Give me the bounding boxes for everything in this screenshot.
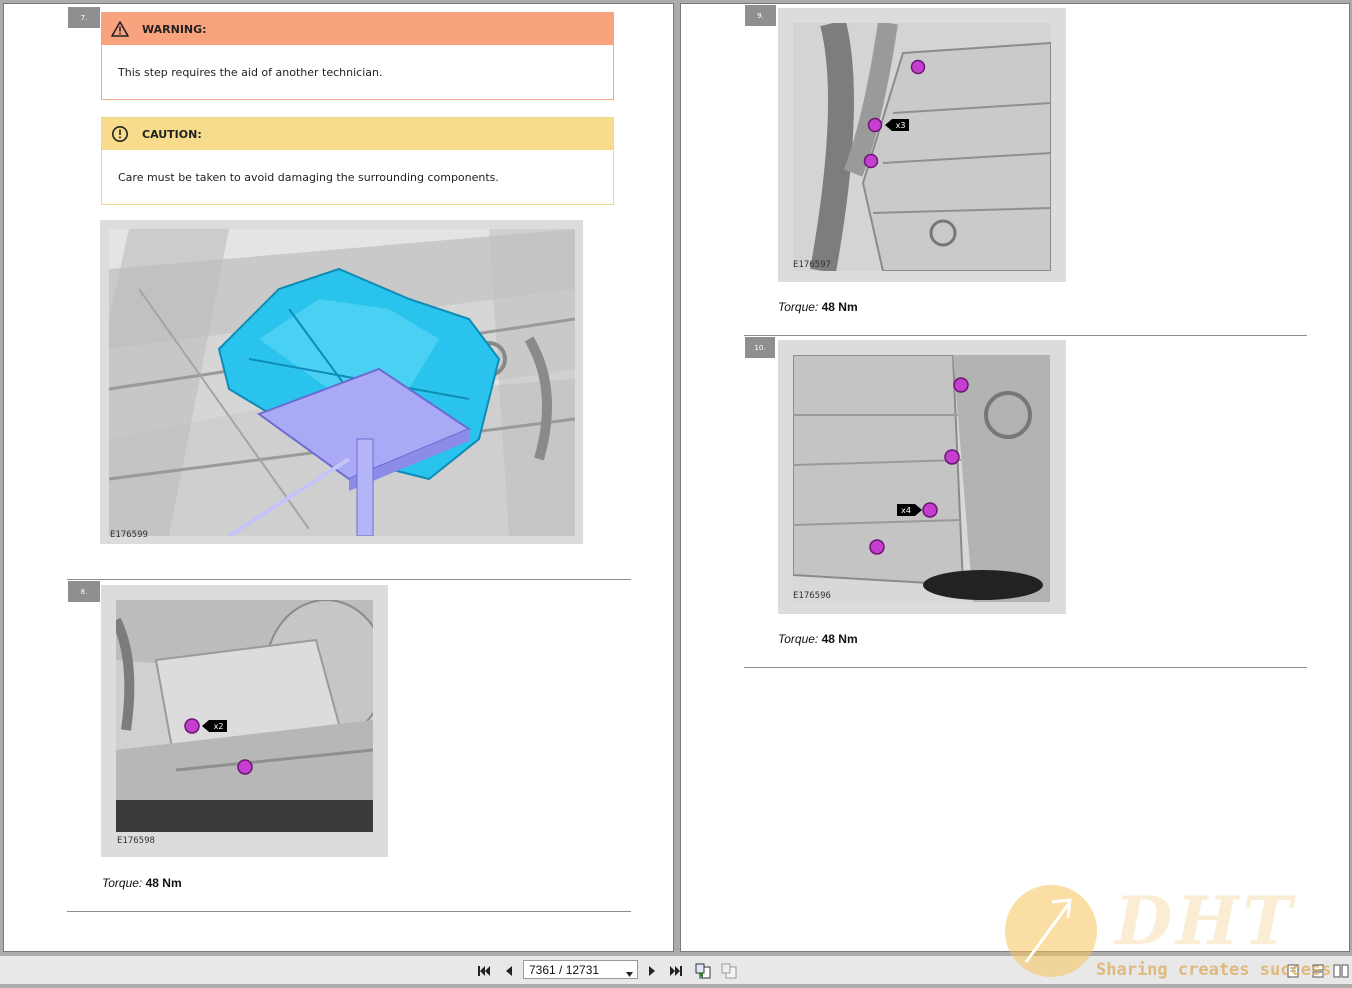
transmission-mount-bolts-illustration: x4 (793, 355, 1050, 602)
go-back-view-icon (695, 963, 711, 979)
torque-spec: Torque: 48 Nm (778, 632, 858, 646)
transmission-jack-illustration (109, 229, 575, 536)
page-number-field[interactable]: 7361 / 12731 (523, 960, 638, 979)
torque-value: 48 Nm (821, 632, 858, 646)
last-page-button[interactable] (667, 962, 685, 980)
figure-code: E176597 (793, 260, 831, 270)
go-back-view-button[interactable] (694, 962, 712, 980)
step-number-10: 10. (745, 337, 775, 358)
go-forward-view-button[interactable] (720, 962, 738, 980)
torque-label: Torque: (778, 300, 819, 314)
watermark-tagline: Sharing creates success (1096, 960, 1332, 980)
last-page-icon (670, 966, 682, 976)
facing-pages-icon (1333, 964, 1349, 978)
previous-page-button[interactable] (500, 962, 518, 980)
step-number-7: 7. (68, 7, 100, 28)
page-number-text: 7361 / 12731 (529, 962, 600, 977)
document-page-left: 7. WARNING: This step requires the aid o… (3, 3, 674, 952)
first-page-button[interactable] (475, 962, 493, 980)
figure-code: E176599 (110, 530, 148, 540)
step-divider (67, 911, 631, 912)
warning-text: This step requires the aid of another te… (118, 65, 383, 79)
exclamation-circle-icon (110, 124, 130, 144)
warning-triangle-icon (110, 19, 130, 39)
caution-title: CAUTION: (142, 127, 202, 141)
torque-spec: Torque: 48 Nm (102, 876, 182, 890)
caution-notice: CAUTION: Care must be taken to avoid dam… (101, 117, 614, 205)
exhaust-bolts-illustration: x3 (793, 23, 1051, 271)
caution-header: CAUTION: (102, 118, 613, 150)
go-forward-view-icon (721, 963, 737, 979)
next-page-icon (649, 966, 655, 976)
chevron-down-icon (626, 966, 633, 980)
figure-code: E176596 (793, 591, 831, 601)
bolt-count-callout: x3 (895, 120, 906, 130)
warning-header: WARNING: (102, 13, 613, 45)
step-number-8: 8. (68, 581, 100, 602)
previous-page-icon (506, 966, 512, 976)
figure-code: E176598 (117, 836, 155, 846)
figure-e176599: E176599 (100, 220, 583, 544)
torque-label: Torque: (778, 632, 819, 646)
torque-value: 48 Nm (821, 300, 858, 314)
torque-label: Torque: (102, 876, 143, 890)
step-number-9: 9. (745, 5, 776, 26)
step-divider (744, 667, 1307, 668)
warning-notice: WARNING: This step requires the aid of a… (101, 12, 614, 100)
figure-e176597: x3 E176597 (778, 8, 1066, 282)
torque-value: 48 Nm (145, 876, 182, 890)
warning-title: WARNING: (142, 22, 207, 36)
figure-e176596: x4 E176596 (778, 340, 1066, 614)
step-divider (744, 335, 1307, 336)
bolt-count-callout: x2 (213, 721, 224, 731)
document-page-right: 9. x3 E176597 Torque: 48 Nm 10. x4 E1765… (680, 3, 1350, 952)
step-divider (67, 579, 631, 580)
first-page-icon (478, 966, 490, 976)
figure-e176598: x2 E176598 (101, 585, 388, 857)
next-page-button[interactable] (643, 962, 661, 980)
bolt-count-callout: x4 (901, 505, 911, 515)
gearbox-bolts-illustration: x2 (116, 600, 373, 832)
caution-text: Care must be taken to avoid damaging the… (118, 170, 499, 184)
facing-pages-view-button[interactable] (1332, 962, 1350, 980)
torque-spec: Torque: 48 Nm (778, 300, 858, 314)
